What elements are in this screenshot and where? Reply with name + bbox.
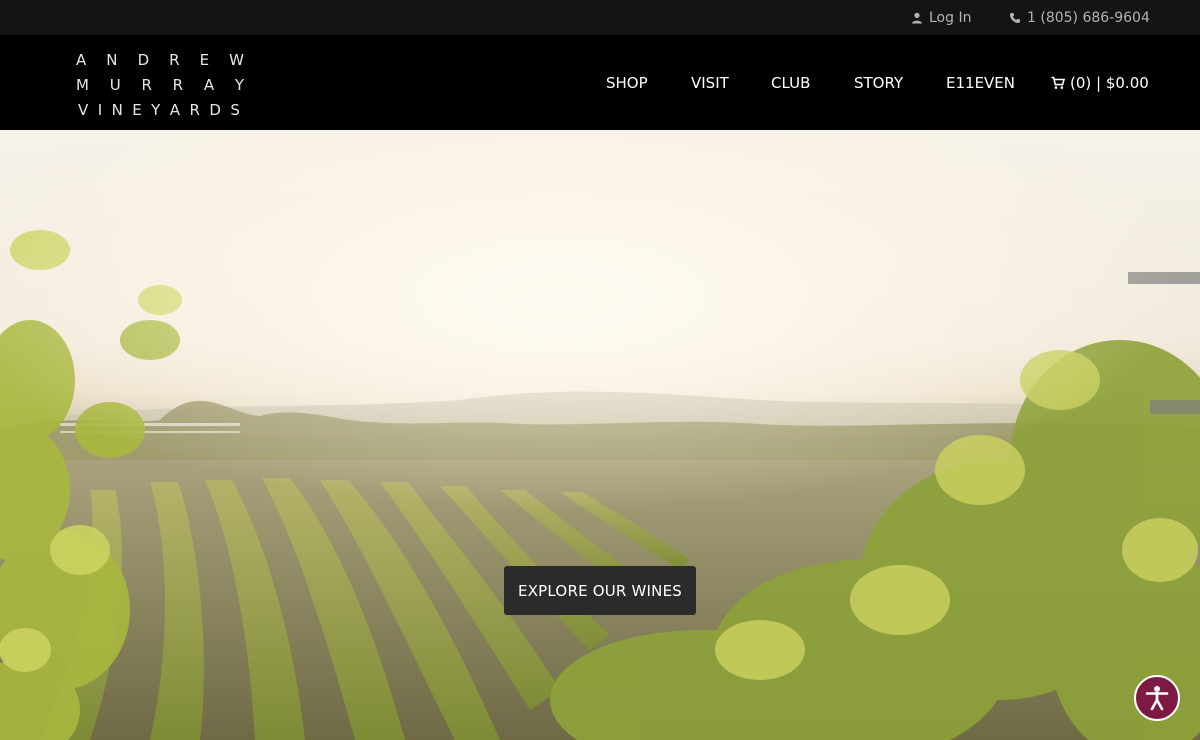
logo-letter: A (203, 76, 215, 94)
cart-link[interactable]: (0) | $0.00 (1051, 35, 1149, 130)
logo-letter: D (209, 101, 221, 119)
utility-bar: Log In 1 (805) 686-9604 (0, 0, 1200, 35)
logo-line-2: MURRAY (76, 73, 244, 98)
nav-item-e11even[interactable]: E11EVEN (946, 35, 1015, 130)
logo-letter: E (199, 51, 210, 69)
explore-wines-button[interactable]: EXPLORE OUR WINES (504, 566, 696, 615)
phone-label: 1 (805) 686-9604 (1027, 9, 1150, 26)
logo-line-3: VINEYARDS (78, 98, 240, 123)
user-icon (912, 12, 922, 23)
phone-icon (1010, 12, 1020, 23)
accessibility-button[interactable] (1134, 675, 1180, 721)
logo-letter: Y (234, 76, 244, 94)
logo-letter: E (132, 101, 142, 119)
accessibility-icon (1145, 686, 1169, 711)
logo-letter: R (189, 101, 200, 119)
hero-banner: EXPLORE OUR WINES (0, 130, 1200, 740)
vineyard-photo (0, 130, 1200, 740)
logo-letter: R (172, 76, 184, 94)
logo-letter: N (106, 51, 118, 69)
logo-letter: A (76, 51, 87, 69)
logo-letter: D (137, 51, 150, 69)
logo-letter: U (109, 76, 121, 94)
nav-item-club[interactable]: CLUB (771, 35, 810, 130)
logo-letter: I (97, 101, 103, 119)
logo-letter: R (141, 76, 152, 94)
logo-line-1: ANDREW (76, 48, 244, 73)
logo-letter: S (230, 101, 240, 119)
cart-summary: (0) | $0.00 (1070, 73, 1149, 92)
nav-item-story[interactable]: STORY (854, 35, 903, 130)
logo-letter: N (111, 101, 123, 119)
phone-link[interactable]: 1 (805) 686-9604 (1009, 0, 1150, 35)
logo-letter: M (76, 76, 89, 94)
nav-item-shop[interactable]: SHOP (606, 35, 648, 130)
logo-letter: R (169, 51, 180, 69)
nav-item-visit[interactable]: VISIT (691, 35, 729, 130)
login-link[interactable]: Log In (911, 0, 971, 35)
login-label: Log In (929, 9, 972, 26)
logo-letter: Y (151, 101, 161, 119)
logo-letter: V (78, 101, 89, 119)
logo-letter: A (169, 101, 181, 119)
cart-icon (1051, 76, 1065, 89)
logo-letter: W (229, 51, 244, 69)
main-navbar: ANDREW MURRAY VINEYARDS (0, 35, 1200, 130)
logo[interactable]: ANDREW MURRAY VINEYARDS (76, 48, 244, 123)
